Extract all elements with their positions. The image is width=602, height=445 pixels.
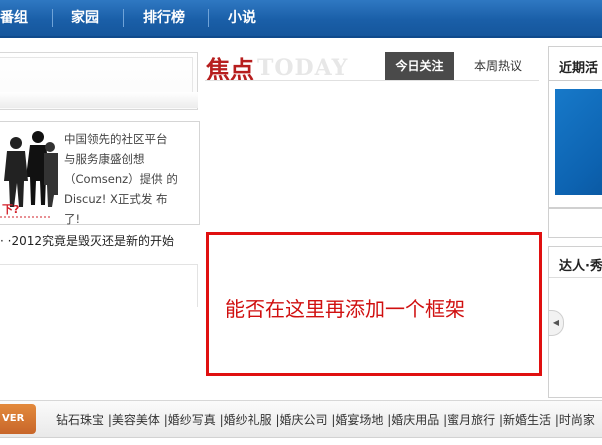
expert-show-title: 达人·秀 [559,259,602,274]
intro-line: Discuz! X正式发 布 [64,192,168,206]
nav-item-jiayuan[interactable]: 家园 [71,0,99,36]
recent-activity-panel: 近期活 [548,46,602,208]
bottom-category-bar: VER 钻石珠宝 |美容美体 |婚纱写真 |婚纱礼服 |婚庆公司 |婚宴场地 |… [0,400,602,438]
nav-item-fanzu[interactable]: 番组 [0,0,28,36]
left-panel-shadow [0,92,198,108]
left-bottom-panel [0,264,198,307]
recent-activity-title: 近期活 [559,61,599,76]
nav-item-novel[interactable]: 小说 [228,0,256,36]
category-link[interactable]: 婚庆用品 [391,413,439,427]
intro-line: 中国领先的社区平台 [64,132,168,146]
annotation-text: 能否在这里再添加一个框架 [225,297,465,321]
annotation-frame: 能否在这里再添加一个框架 [206,232,542,376]
intro-line: 了! [64,212,81,226]
tab-today-focus[interactable]: 今日关注 [385,52,454,80]
category-link[interactable]: 钻石珠宝 [56,413,104,427]
headline-link[interactable]: · ·2012究竟是毁灭还是新的开始 [0,232,200,249]
bottom-badge: VER [0,404,36,434]
intro-line: 与服务康盛创想 [64,152,145,166]
category-link[interactable]: 新婚生活 [503,413,551,427]
category-link[interactable]: 婚庆公司 [280,413,328,427]
chevron-left-icon[interactable]: ◀ [548,310,564,336]
activity-banner-image[interactable] [555,89,602,195]
focus-divider [205,80,539,81]
nav-item-ranking[interactable]: 排行榜 [143,0,185,36]
category-link[interactable]: 时尚家 [559,413,595,427]
category-link[interactable]: 婚纱礼服 [224,413,272,427]
intro-card[interactable]: 下? 中国领先的社区平台 与服务康盛创想 （Comsenz）提供 的 Discu… [0,121,200,226]
focus-subtitle: TODAY [257,55,349,81]
panel-divider [549,80,602,81]
nav-separator [123,9,124,27]
people-silhouette-image: 下? [0,125,58,221]
image-caption: 下? [2,203,19,216]
tab-weekly-hot[interactable]: 本周热议 [463,52,533,80]
intro-text: 中国领先的社区平台 与服务康盛创想 （Comsenz）提供 的 Discuz! … [64,129,182,229]
top-nav: 番组 家园 排行榜 小说 [0,0,602,38]
category-links: 钻石珠宝 |美容美体 |婚纱写真 |婚纱礼服 |婚庆公司 |婚宴场地 |婚庆用品… [56,413,595,427]
category-link[interactable]: 婚宴场地 [335,413,383,427]
nav-separator [52,9,53,27]
category-link[interactable]: 婚纱写真 [168,413,216,427]
expert-show-panel: 达人·秀 ◀ [548,246,602,398]
right-search-box[interactable] [548,208,602,238]
panel-divider [549,277,602,278]
intro-line: （Comsenz）提供 的 [64,172,178,186]
category-link[interactable]: 蜜月旅行 [447,413,495,427]
category-link[interactable]: 美容美体 [112,413,160,427]
nav-separator [208,9,209,27]
